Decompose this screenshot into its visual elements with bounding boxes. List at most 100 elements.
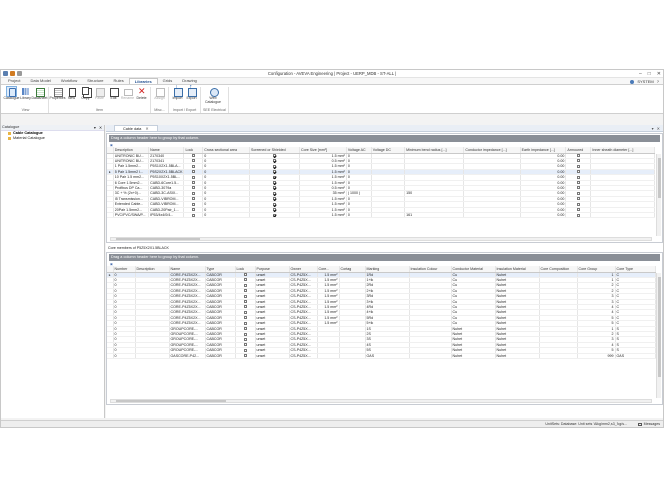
table-cell[interactable]: CORE-P4Z5X2X... [169, 277, 206, 284]
checked-checkbox[interactable] [273, 186, 277, 190]
checkbox[interactable] [243, 300, 247, 304]
table-cell[interactable]: 999 [577, 353, 616, 360]
checkbox[interactable] [576, 202, 580, 206]
properties-button[interactable]: Properties [50, 87, 65, 108]
checked-checkbox[interactable] [273, 191, 277, 195]
user-name[interactable]: SYSTEM [637, 79, 653, 84]
checkbox[interactable] [576, 208, 580, 212]
close-tab-icon[interactable]: ✕ [145, 126, 148, 131]
table-row[interactable]: 0 OASCORE-P42... CABCOR unset CS-P4Z5X... OAS… [107, 353, 656, 360]
copy-button[interactable]: Copy [79, 87, 92, 108]
checkbox[interactable] [191, 191, 195, 195]
table-cell[interactable]: OASCORE-P42... [169, 353, 206, 360]
table-cell[interactable]: 0 [113, 353, 136, 360]
checkbox[interactable] [243, 294, 247, 298]
table-cell[interactable]: Nuhet [451, 353, 496, 360]
datasheet-button[interactable]: Datasheet [32, 87, 47, 108]
table-cell[interactable]: CABD-20Pair_1... [148, 207, 185, 214]
checkbox[interactable] [243, 283, 247, 287]
table-cell[interactable]: 161 [404, 212, 465, 219]
help-icon[interactable]: ? [657, 79, 659, 84]
table-cell[interactable] [463, 212, 521, 219]
pin-icon[interactable]: ▾ [94, 125, 96, 130]
checkbox[interactable] [576, 159, 580, 163]
checkbox[interactable] [576, 181, 580, 185]
table-cell[interactable] [317, 353, 340, 360]
checkbox-cell[interactable] [183, 212, 204, 219]
edit-button[interactable]: Edit [107, 87, 120, 108]
scroll-thumb[interactable] [116, 238, 200, 240]
checkbox[interactable] [576, 213, 580, 217]
table-cell[interactable]: UNITRONIC BU... [113, 153, 150, 159]
table-cell[interactable]: CS-P4Z5X... [289, 353, 318, 360]
close-icon[interactable]: ✕ [657, 126, 660, 131]
checkbox[interactable] [243, 316, 247, 320]
checked-checkbox[interactable] [273, 154, 277, 158]
checkbox-cell[interactable] [235, 353, 256, 360]
checked-checkbox[interactable] [273, 159, 277, 163]
rename-button[interactable]: Rename [121, 87, 134, 108]
table-cell[interactable]: IP53/4x4/0/4... [148, 212, 185, 219]
table-cell[interactable]: CORE-P4Z5X2X... [169, 309, 206, 316]
checked-checkbox[interactable] [273, 181, 277, 185]
close-icon[interactable]: ✕ [657, 71, 661, 77]
checked-checkbox[interactable] [273, 197, 277, 201]
paste-button[interactable]: Paste [93, 87, 106, 108]
table-cell[interactable]: unset [255, 353, 290, 360]
table-cell[interactable]: P5S10X2X1.5BL... [148, 174, 185, 181]
checkbox[interactable] [576, 170, 580, 174]
table-cell[interactable]: CORE-P4Z5X2X... [169, 272, 206, 278]
checkbox[interactable] [191, 175, 195, 179]
checked-checkbox[interactable] [273, 175, 277, 179]
checkbox[interactable] [243, 337, 247, 341]
vertical-scrollbar[interactable] [656, 154, 661, 236]
checkbox-cell[interactable] [565, 212, 592, 219]
table-cell[interactable]: Extended Cable... [113, 201, 150, 208]
checkbox[interactable] [576, 191, 580, 195]
checkbox[interactable] [191, 154, 195, 158]
group-by-panel[interactable]: Drag a column header here to group by th… [109, 254, 660, 261]
table-cell[interactable]: 10 Pair 1.5 mm2... [113, 174, 150, 181]
dropdown-icon[interactable]: ▾ [652, 126, 654, 131]
checkbox[interactable] [576, 164, 580, 168]
table-cell[interactable] [135, 353, 170, 360]
checkbox[interactable] [191, 164, 195, 168]
export-button[interactable]: Export [185, 86, 198, 108]
checkbox[interactable] [191, 202, 195, 206]
tab-cable-data[interactable]: Cable data ✕ [114, 125, 158, 131]
checkbox[interactable] [191, 213, 195, 217]
checked-checkbox[interactable] [273, 213, 277, 217]
table-cell[interactable]: CORE-P4Z5X2X... [169, 315, 206, 322]
table-cell[interactable]: 0 [346, 212, 372, 219]
web-catalogue-button[interactable]: Web Catalogue [203, 87, 223, 108]
checkbox[interactable] [191, 181, 195, 185]
minimize-icon[interactable]: – [639, 71, 642, 77]
checkbox[interactable] [243, 354, 247, 358]
scroll-thumb[interactable] [657, 277, 661, 377]
close-panel-icon[interactable]: ✕ [99, 125, 102, 130]
table-cell[interactable]: 1.5 mm² [299, 212, 347, 219]
checked-checkbox[interactable] [273, 208, 277, 212]
assign-button[interactable]: Assign [153, 87, 166, 108]
table-cell[interactable]: PVC/PVC/SWA/P... [113, 212, 150, 219]
checkbox[interactable] [243, 343, 247, 347]
tab-structure[interactable]: Structure [82, 78, 108, 84]
checked-checkbox[interactable] [273, 202, 277, 206]
vertical-scrollbar[interactable] [656, 273, 661, 398]
checkbox[interactable] [243, 273, 247, 277]
checkbox[interactable] [576, 154, 580, 158]
checkbox[interactable] [191, 197, 195, 201]
checkbox[interactable] [576, 197, 580, 201]
scroll-thumb[interactable] [116, 400, 226, 402]
table-cell[interactable]: OAS [615, 353, 656, 360]
checkbox[interactable] [191, 186, 195, 190]
tab-project[interactable]: Project [3, 78, 25, 84]
group-by-panel[interactable]: Drag a column header here to group by th… [109, 135, 660, 142]
checked-checkbox[interactable] [273, 170, 277, 174]
scroll-thumb[interactable] [657, 158, 661, 198]
horizontal-scrollbar[interactable] [110, 399, 652, 403]
table-cell[interactable]: CORE-P4Z5X2X... [169, 299, 206, 305]
table-cell[interactable]: CABCOR [205, 353, 236, 360]
checkbox[interactable] [243, 305, 247, 309]
tab-workflow[interactable]: Workflow [56, 78, 82, 84]
